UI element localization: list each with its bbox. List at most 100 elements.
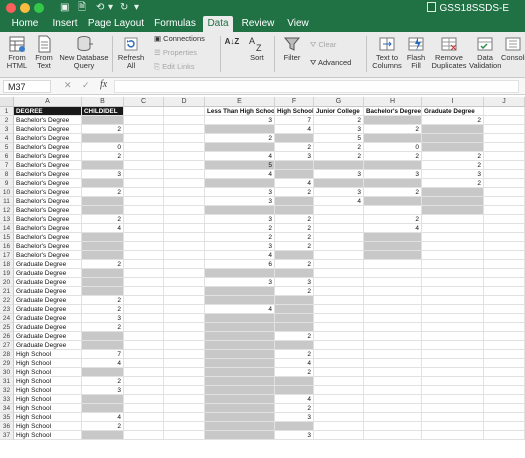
- cell-i25[interactable]: [422, 323, 484, 332]
- text-to-columns-button[interactable]: Text to Columns: [370, 32, 404, 78]
- cell-h13[interactable]: 2: [364, 215, 422, 224]
- cell-d24[interactable]: [164, 314, 205, 323]
- cell-b10[interactable]: 2: [82, 188, 124, 197]
- cell-e27[interactable]: [205, 341, 275, 350]
- advanced-filter-button[interactable]: ⛛ Advanced: [310, 58, 351, 68]
- cell-i23[interactable]: [422, 305, 484, 314]
- column-header-h[interactable]: H: [364, 97, 422, 107]
- cell-b25[interactable]: 2: [82, 323, 124, 332]
- cell-a17[interactable]: Bachelor's Degree: [14, 251, 82, 260]
- cell-c30[interactable]: [124, 368, 164, 377]
- cell-j23[interactable]: [484, 305, 525, 314]
- cell-h19[interactable]: [364, 269, 422, 278]
- row-header[interactable]: 26: [0, 332, 14, 341]
- cell-g13[interactable]: [314, 215, 364, 224]
- sort-button[interactable]: AZ Sort: [243, 32, 271, 78]
- cell-c13[interactable]: [124, 215, 164, 224]
- cell-d30[interactable]: [164, 368, 205, 377]
- row-header[interactable]: 11: [0, 197, 14, 206]
- cell-i19[interactable]: [422, 269, 484, 278]
- cell-g28[interactable]: [314, 350, 364, 359]
- cell-c33[interactable]: [124, 395, 164, 404]
- cell-c12[interactable]: [124, 206, 164, 215]
- cell-j21[interactable]: [484, 287, 525, 296]
- cell-g7[interactable]: [314, 161, 364, 170]
- cell-e33[interactable]: [205, 395, 275, 404]
- cell-a18[interactable]: Graduate Degree: [14, 260, 82, 269]
- cell-g11[interactable]: 4: [314, 197, 364, 206]
- cell-a13[interactable]: Bachelor's Degree: [14, 215, 82, 224]
- cell-h36[interactable]: [364, 422, 422, 431]
- cell-i12[interactable]: [422, 206, 484, 215]
- cell-a26[interactable]: Graduate Degree: [14, 332, 82, 341]
- cell-h22[interactable]: [364, 296, 422, 305]
- cell-f27[interactable]: [275, 341, 314, 350]
- cell-e28[interactable]: [205, 350, 275, 359]
- cell-i11[interactable]: [422, 197, 484, 206]
- cell-f9[interactable]: 4: [275, 179, 314, 188]
- cell-e7[interactable]: 5: [205, 161, 275, 170]
- cell-e3[interactable]: [205, 125, 275, 134]
- cell-c21[interactable]: [124, 287, 164, 296]
- cell-i4[interactable]: [422, 134, 484, 143]
- close-window-button[interactable]: [6, 3, 16, 13]
- row-header[interactable]: 23: [0, 305, 14, 314]
- column-header-f[interactable]: F: [275, 97, 314, 107]
- cell-h15[interactable]: [364, 233, 422, 242]
- cell-i15[interactable]: [422, 233, 484, 242]
- cell-d13[interactable]: [164, 215, 205, 224]
- cell-j12[interactable]: [484, 206, 525, 215]
- cell-c34[interactable]: [124, 404, 164, 413]
- cell-i21[interactable]: [422, 287, 484, 296]
- row-header[interactable]: 22: [0, 296, 14, 305]
- worksheet-grid[interactable]: A B C D E F G H I J 1 DEGREE CHILDIDEL Less Than High…: [0, 97, 525, 458]
- cell-a33[interactable]: High School: [14, 395, 82, 404]
- cell-a30[interactable]: High School: [14, 368, 82, 377]
- cell-d11[interactable]: [164, 197, 205, 206]
- cell-i22[interactable]: [422, 296, 484, 305]
- cell-e6[interactable]: 4: [205, 152, 275, 161]
- cell-j29[interactable]: [484, 359, 525, 368]
- cell-h32[interactable]: [364, 386, 422, 395]
- cell-a19[interactable]: Graduate Degree: [14, 269, 82, 278]
- row-header[interactable]: 9: [0, 179, 14, 188]
- cell-c4[interactable]: [124, 134, 164, 143]
- cell-h17[interactable]: [364, 251, 422, 260]
- flash-fill-button[interactable]: Flash Fill: [404, 32, 428, 78]
- row-header[interactable]: 31: [0, 377, 14, 386]
- cell-c17[interactable]: [124, 251, 164, 260]
- cell-h2[interactable]: [364, 116, 422, 125]
- cell-g16[interactable]: [314, 242, 364, 251]
- row-header[interactable]: 33: [0, 395, 14, 404]
- row-header[interactable]: 6: [0, 152, 14, 161]
- cell-b27[interactable]: [82, 341, 124, 350]
- cell-j16[interactable]: [484, 242, 525, 251]
- cell-h8[interactable]: 3: [364, 170, 422, 179]
- cell-j4[interactable]: [484, 134, 525, 143]
- from-text-button[interactable]: From Text: [31, 32, 57, 78]
- cell-b23[interactable]: 2: [82, 305, 124, 314]
- cell-j36[interactable]: [484, 422, 525, 431]
- cell-f3[interactable]: 4: [275, 125, 314, 134]
- cell-b20[interactable]: [82, 278, 124, 287]
- row-header[interactable]: 10: [0, 188, 14, 197]
- cell-b13[interactable]: 2: [82, 215, 124, 224]
- row-header[interactable]: 37: [0, 431, 14, 440]
- cell-j25[interactable]: [484, 323, 525, 332]
- cell-d28[interactable]: [164, 350, 205, 359]
- cell-i3[interactable]: [422, 125, 484, 134]
- cell-h18[interactable]: [364, 260, 422, 269]
- cell-i31[interactable]: [422, 377, 484, 386]
- cell-d8[interactable]: [164, 170, 205, 179]
- cell-e26[interactable]: [205, 332, 275, 341]
- cell-e11[interactable]: 3: [205, 197, 275, 206]
- tab-view[interactable]: View: [282, 16, 314, 32]
- cell-j9[interactable]: [484, 179, 525, 188]
- cell-g20[interactable]: [314, 278, 364, 287]
- cell-g31[interactable]: [314, 377, 364, 386]
- cell-g22[interactable]: [314, 296, 364, 305]
- cell-i29[interactable]: [422, 359, 484, 368]
- cell-e35[interactable]: [205, 413, 275, 422]
- cell-e34[interactable]: [205, 404, 275, 413]
- data-validation-button[interactable]: Data Validation: [469, 32, 501, 78]
